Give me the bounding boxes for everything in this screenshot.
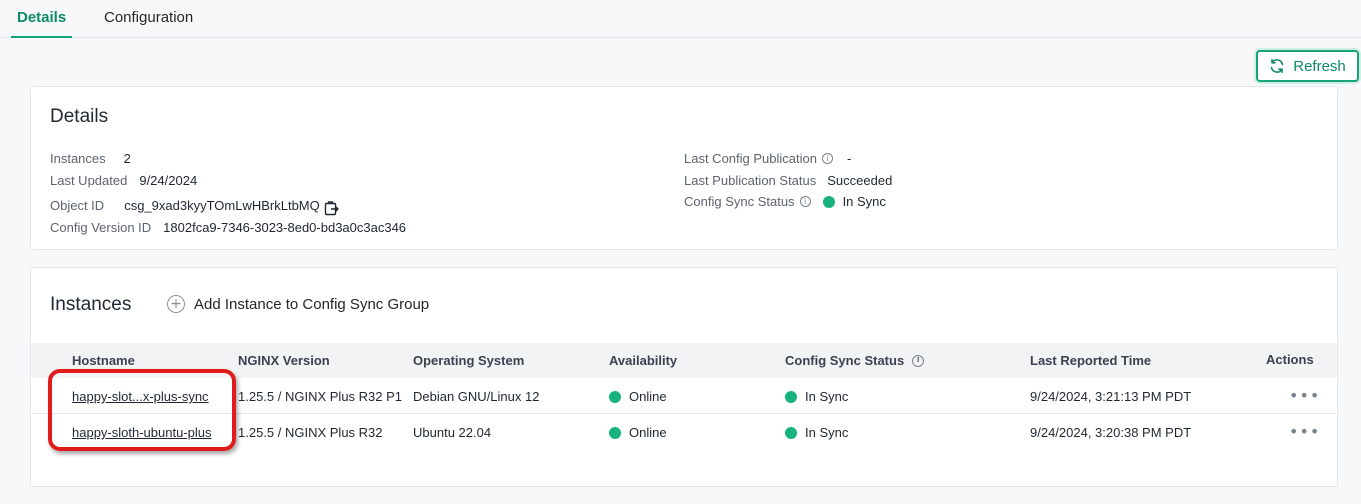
- config-sync-status-value: In Sync: [805, 425, 849, 440]
- column-header-operating-system[interactable]: Operating System: [413, 353, 524, 368]
- column-header-nginx-version[interactable]: NGINX Version: [238, 353, 330, 368]
- copy-icon[interactable]: [324, 200, 340, 216]
- operating-system-cell: Debian GNU/Linux 12: [413, 389, 540, 404]
- last-updated-row: Last Updated 9/24/2024: [50, 173, 197, 188]
- config-sync-status-row: Config Sync Status i In Sync: [684, 194, 886, 209]
- info-icon[interactable]: i: [821, 153, 833, 164]
- last-updated-label: Last Updated: [50, 173, 128, 188]
- details-title: Details: [50, 106, 109, 127]
- object-id-row: Object ID csg_9xad3kyyTOmLwHBrkLtbMQ: [50, 194, 340, 216]
- details-card: Details Instances 2 Last Updated 9/24/20…: [30, 86, 1338, 250]
- info-icon[interactable]: i: [912, 354, 925, 367]
- availability-value: Online: [629, 425, 667, 440]
- nginx-version-cell: 1.25.5 / NGINX Plus R32: [238, 425, 383, 440]
- tab-bar: Details Configuration: [0, 0, 1361, 38]
- tab-details[interactable]: Details: [10, 9, 73, 38]
- operating-system-cell: Ubuntu 22.04: [413, 425, 492, 440]
- column-header-config-sync-status[interactable]: Config Sync Status i: [785, 353, 925, 368]
- column-header-hostname[interactable]: Hostname: [72, 353, 135, 368]
- info-icon[interactable]: i: [799, 196, 811, 207]
- hostname-link[interactable]: happy-slot...x-plus-sync: [72, 389, 209, 404]
- last-publication-status-value: Succeeded: [827, 173, 893, 188]
- tab-configuration[interactable]: Configuration: [104, 9, 193, 26]
- refresh-icon: [1270, 59, 1284, 73]
- hostname-cell: happy-sloth-ubuntu-plus: [72, 425, 211, 440]
- config-version-label: Config Version ID: [50, 220, 152, 235]
- config-version-value: 1802fca9-7346-3023-8ed0-bd3a0c3ac346: [163, 220, 407, 235]
- plus-circle-icon: +: [167, 295, 185, 313]
- availability-cell: Online: [609, 389, 667, 404]
- config-sync-status-cell: In Sync: [785, 425, 848, 440]
- config-version-row: Config Version ID 1802fca9-7346-3023-8ed…: [50, 220, 406, 235]
- last-reported-time-cell: 9/24/2024, 3:21:13 PM PDT: [1030, 389, 1192, 404]
- more-horizontal-icon[interactable]: •••: [1289, 422, 1320, 441]
- object-id-value: csg_9xad3kyyTOmLwHBrkLtbMQ: [124, 197, 320, 213]
- column-header-actions: Actions: [1266, 352, 1314, 367]
- status-dot: [785, 426, 797, 439]
- more-horizontal-icon[interactable]: •••: [1289, 386, 1320, 405]
- last-config-publication-value: -: [846, 151, 852, 166]
- instances-title: Instances: [50, 294, 132, 315]
- add-instance-button[interactable]: + Add Instance to Config Sync Group: [167, 295, 429, 313]
- column-header-config-sync-status-label: Config Sync Status: [785, 353, 905, 368]
- availability-cell: Online: [609, 425, 667, 440]
- last-config-publication-row: Last Config Publication i -: [684, 151, 851, 166]
- last-config-publication-label: Last Config Publication: [684, 151, 817, 166]
- table-row: happy-slot...x-plus-sync 1.25.5 / NGINX …: [31, 378, 1337, 414]
- hostname-cell: happy-slot...x-plus-sync: [72, 389, 209, 404]
- last-updated-value: 9/24/2024: [139, 173, 198, 188]
- status-dot: [609, 390, 621, 403]
- refresh-button[interactable]: Refresh: [1256, 50, 1359, 82]
- instances-count-value: 2: [123, 151, 131, 166]
- status-dot: [609, 426, 621, 439]
- instances-card: Instances + Add Instance to Config Sync …: [30, 267, 1338, 487]
- config-sync-status-value: In Sync: [842, 194, 886, 209]
- instances-count-label: Instances: [50, 151, 106, 166]
- instances-count-row: Instances 2: [50, 151, 131, 166]
- availability-value: Online: [629, 389, 667, 404]
- config-sync-status-value: In Sync: [805, 389, 849, 404]
- last-publication-status-label: Last Publication Status: [684, 173, 817, 188]
- column-header-last-reported-time[interactable]: Last Reported Time: [1030, 353, 1151, 368]
- column-header-availability[interactable]: Availability: [609, 353, 677, 368]
- status-dot: [822, 195, 835, 208]
- config-sync-status-cell: In Sync: [785, 389, 848, 404]
- object-id-label: Object ID: [50, 197, 105, 213]
- status-dot: [785, 390, 797, 403]
- nginx-version-cell: 1.25.5 / NGINX Plus R32 P1: [238, 389, 403, 404]
- last-publication-status-row: Last Publication Status Succeeded: [684, 173, 892, 188]
- config-sync-status-label: Config Sync Status: [684, 194, 795, 209]
- add-instance-label: Add Instance to Config Sync Group: [194, 295, 430, 313]
- last-reported-time-cell: 9/24/2024, 3:20:38 PM PDT: [1030, 425, 1192, 440]
- hostname-link[interactable]: happy-sloth-ubuntu-plus: [72, 425, 211, 440]
- table-header: Hostname NGINX Version Operating System …: [31, 343, 1337, 378]
- refresh-label: Refresh: [1293, 57, 1346, 75]
- table-row: happy-sloth-ubuntu-plus 1.25.5 / NGINX P…: [31, 414, 1337, 450]
